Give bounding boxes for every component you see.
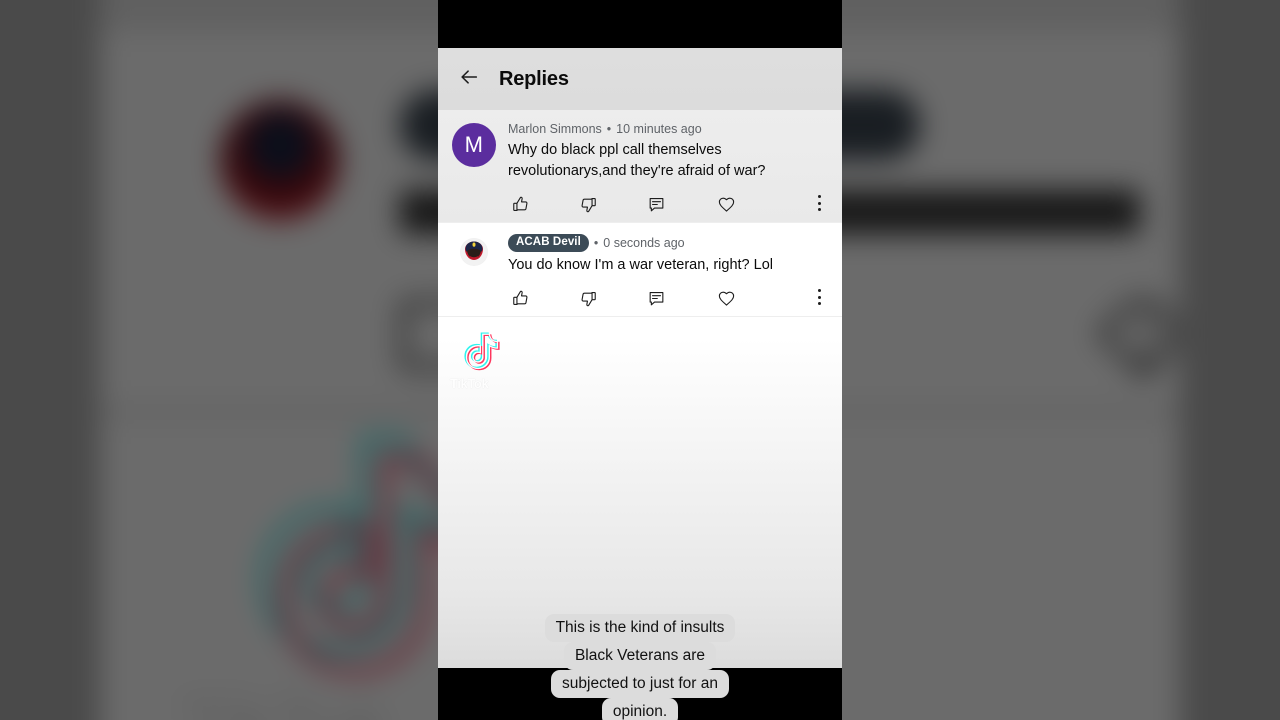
caption-line: This is the kind of insults	[544, 614, 736, 642]
blurred-more-options-icon	[1140, 300, 1150, 366]
more-options-icon[interactable]	[808, 286, 830, 308]
comment-author[interactable]: Marlon Simmons	[508, 121, 602, 137]
thumbs-down-icon[interactable]	[576, 192, 600, 216]
avatar[interactable]	[460, 238, 488, 266]
back-arrow-icon	[458, 66, 480, 93]
comment-meta-reply: ACAB Devil • 0 seconds ago	[508, 234, 824, 252]
meta-separator: •	[593, 236, 599, 250]
comment-text: You do know I'm a war veteran, right? Lo…	[508, 257, 773, 273]
comment-row-parent[interactable]: M Marlon Simmons • 10 minutes ago Why do…	[438, 110, 842, 222]
video-frame: Replies M Marlon Simmons • 10 minutes ag…	[438, 48, 842, 668]
more-options-icon[interactable]	[808, 192, 830, 214]
tiktok-wordmark: TikTok	[450, 376, 489, 391]
thumbs-down-icon[interactable]	[576, 286, 600, 310]
comment-body: Marlon Simmons • 10 minutes ago Why do b…	[508, 121, 828, 222]
caption-line: Black Veterans are	[563, 642, 717, 670]
reply-icon[interactable]	[644, 286, 668, 310]
reply-icon[interactable]	[644, 192, 668, 216]
blurred-avatar	[220, 100, 340, 220]
list-end-divider	[438, 316, 842, 317]
comment-body-reply: ACAB Devil • 0 seconds ago You do know I…	[508, 234, 828, 316]
caption-line: opinion.	[601, 698, 679, 720]
comment-meta: Marlon Simmons • 10 minutes ago	[508, 121, 824, 137]
caption-overlay: This is the kind of insults Black Vetera…	[438, 614, 842, 720]
back-button[interactable]	[452, 62, 486, 96]
heart-icon[interactable]	[714, 286, 738, 310]
thumbs-up-icon[interactable]	[508, 286, 532, 310]
comment-actions	[508, 186, 824, 222]
heart-icon[interactable]	[714, 192, 738, 216]
screenshot-stage: TikTok Replies M Mar	[0, 0, 1280, 720]
comment-text: Why do black ppl call themselves revolut…	[508, 142, 766, 179]
comment-timestamp: 0 seconds ago	[603, 236, 685, 250]
caption-line: subjected to just for an	[551, 670, 729, 698]
meta-separator: •	[606, 122, 612, 136]
replies-header: Replies	[438, 48, 842, 110]
letterbox-top	[438, 0, 842, 48]
thumbs-up-icon[interactable]	[508, 192, 532, 216]
comment-author-badge[interactable]: ACAB Devil	[508, 234, 589, 252]
avatar[interactable]: M	[452, 123, 496, 167]
avatar-container-reply	[452, 234, 508, 316]
comment-actions	[508, 280, 824, 316]
tiktok-watermark: TikTok	[450, 331, 532, 391]
comment-timestamp: 10 minutes ago	[616, 122, 702, 136]
page-title: Replies	[499, 67, 569, 90]
avatar-container: M	[452, 121, 508, 222]
comment-row-reply[interactable]: ACAB Devil • 0 seconds ago You do know I…	[438, 223, 842, 316]
